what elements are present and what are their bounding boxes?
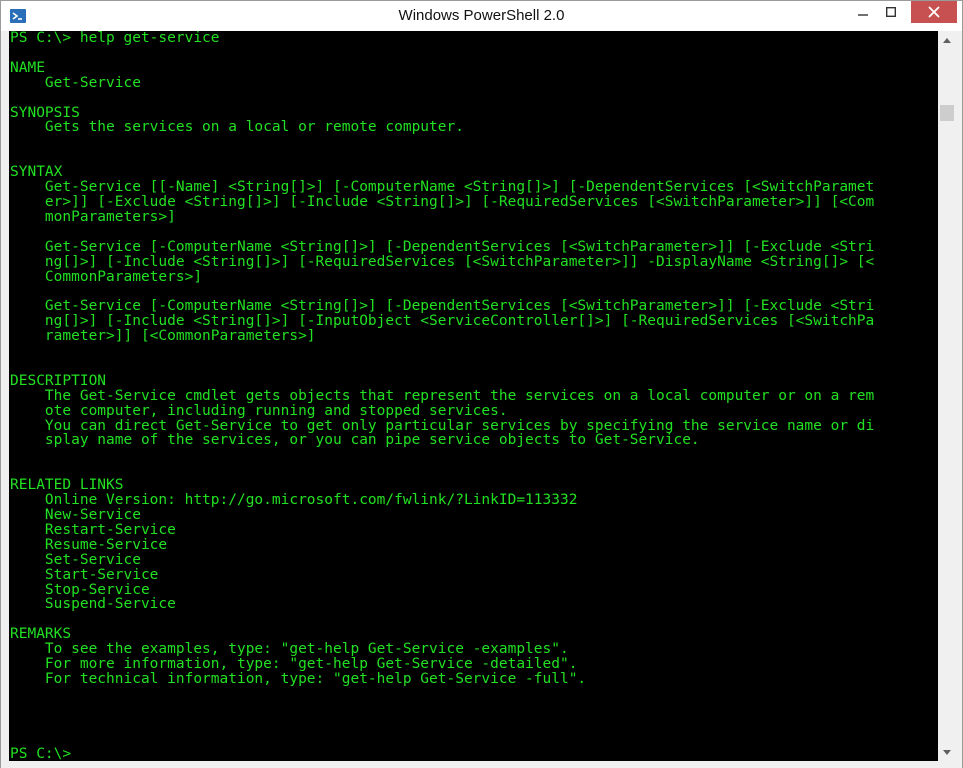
console-line: Online Version: http://go.microsoft.com/… [10,492,578,509]
console-line: REMARKS [10,626,72,643]
console-line: monParameters>] [10,208,176,225]
console-line: splay name of the services, or you can p… [10,432,700,449]
title-bar[interactable]: Windows PowerShell 2.0 [1,1,962,31]
console-line: RELATED LINKS [10,477,124,494]
console-line: ng[]>] [-Include <String[]>] [-RequiredS… [10,253,875,270]
maximize-icon [886,7,896,17]
window-bottom-border [1,761,962,768]
console-line: PS C:\> help get-service [10,31,220,46]
console-area[interactable]: PS C:\> help get-service NAME Get-Servic… [9,31,938,761]
console-line: SYNTAX [10,164,63,181]
console-line: DESCRIPTION [10,372,107,389]
console-line: Suspend-Service [10,596,176,613]
window-title: Windows PowerShell 2.0 [398,7,565,24]
console-output: PS C:\> help get-service NAME Get-Servic… [10,31,938,761]
console-line: CommonParameters>] [10,268,203,285]
scroll-down-arrow-icon [943,749,951,755]
console-line: PS C:\> [10,745,72,761]
scroll-down-button[interactable] [938,743,956,761]
console-line: Stop-Service [10,581,150,598]
console-line: rameter>]] [<CommonParameters>] [10,328,316,345]
console-line: Get-Service [10,74,141,91]
console-line: Set-Service [10,551,141,568]
close-icon [928,6,940,18]
minimize-icon [858,14,868,16]
maximize-button[interactable] [877,1,905,23]
scroll-up-arrow-icon [943,37,951,43]
console-line: Start-Service [10,566,159,583]
console-line: ote computer, including running and stop… [10,402,508,419]
console-line: To see the examples, type: "get-help Get… [10,641,569,658]
console-line: Restart-Service [10,521,176,538]
console-line: The Get-Service cmdlet gets objects that… [10,387,875,404]
console-line: Get-Service [-ComputerName <String[]>] [… [10,238,875,255]
minimize-button[interactable] [849,1,877,23]
scroll-thumb[interactable] [940,105,954,121]
console-line: Get-Service [[-Name] <String[]>] [-Compu… [10,179,875,196]
powershell-icon[interactable] [10,8,26,24]
console-line: SYNOPSIS [10,104,80,121]
console-line: For more information, type: "get-help Ge… [10,656,578,673]
console-line: You can direct Get-Service to get only p… [10,417,875,434]
console-line: NAME [10,59,45,76]
console-line: Get-Service [-ComputerName <String[]>] [… [10,298,875,315]
scroll-up-button[interactable] [938,31,956,49]
close-button[interactable] [911,1,957,23]
console-line: For technical information, type: "get-he… [10,670,587,687]
console-line: er>]] [-Exclude <String[]>] [-Include <S… [10,193,875,210]
console-line: ng[]>] [-Include <String[]>] [-InputObje… [10,313,875,330]
powershell-window: Windows PowerShell 2.0 PS C:\> help get-… [0,0,963,768]
console-line: New-Service [10,507,141,523]
console-line: Gets the services on a local or remote c… [10,119,464,136]
console-line: Resume-Service [10,536,168,553]
vertical-scrollbar[interactable] [938,31,956,761]
